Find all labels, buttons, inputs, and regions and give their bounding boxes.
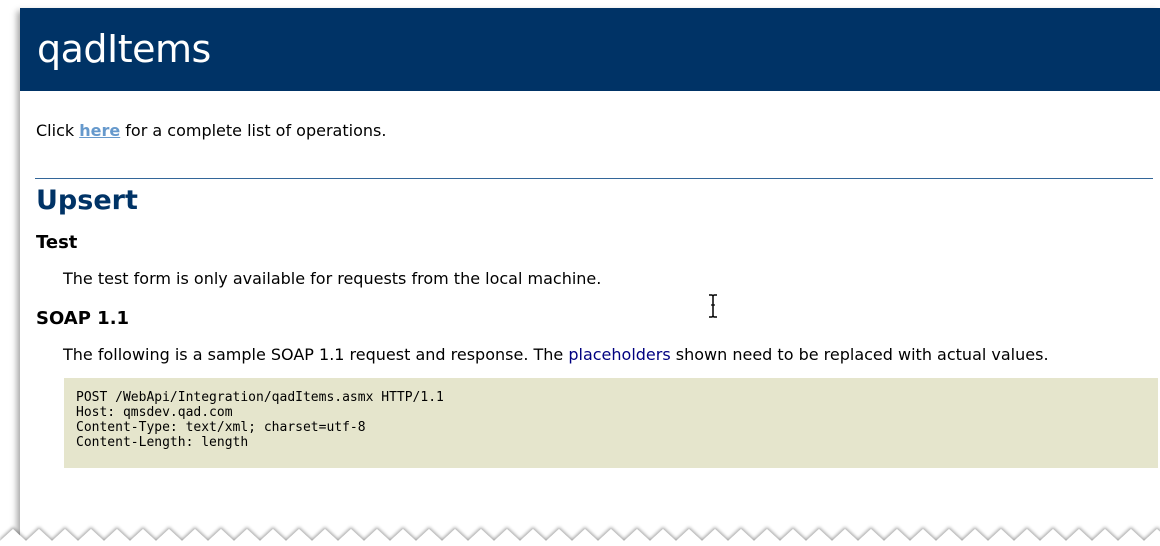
placeholders-link[interactable]: placeholders (568, 345, 670, 364)
test-heading: Test (36, 232, 78, 253)
intro-prefix: Click (36, 121, 80, 140)
intro-text: Click here for a complete list of operat… (36, 121, 1152, 141)
operations-list-link[interactable]: here (79, 121, 120, 140)
soap-text-after: shown need to be replaced with actual va… (670, 345, 1049, 364)
soap-heading: SOAP 1.1 (36, 308, 130, 329)
page-title: qadItems (20, 8, 1160, 91)
section-divider (35, 178, 1153, 179)
torn-edge (0, 529, 1160, 546)
soap-text-before: The following is a sample SOAP 1.1 reque… (63, 345, 569, 364)
text-cursor-icon (709, 294, 717, 318)
main-content: Click here for a complete list of operat… (20, 121, 1160, 468)
code-line: Host: qmsdev.qad.com (76, 405, 233, 420)
code-line: Content-Type: text/xml; charset=utf-8 (76, 420, 366, 435)
test-description: The test form is only available for requ… (63, 269, 602, 288)
code-line: POST /WebApi/Integration/qadItems.asmx H… (76, 390, 444, 405)
soap-description: The following is a sample SOAP 1.1 reque… (36, 345, 1152, 365)
intro-suffix: for a complete list of operations. (120, 121, 387, 140)
page: qadItems Click here for a complete list … (20, 8, 1160, 546)
code-line: Content-Length: length (76, 435, 249, 450)
soap-request-code: POST /WebApi/Integration/qadItems.asmx H… (64, 378, 1158, 468)
operation-title: Upsert (36, 185, 138, 216)
